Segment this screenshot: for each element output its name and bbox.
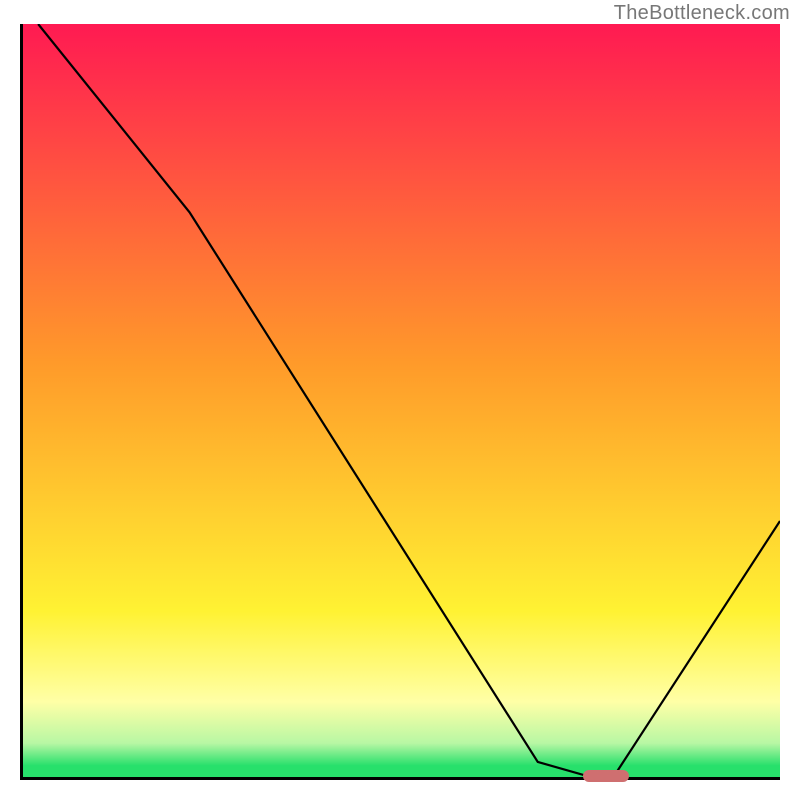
chart-plot-area (20, 24, 780, 780)
bottleneck-curve (23, 24, 780, 777)
curve-path (38, 24, 780, 777)
watermark-text: TheBottleneck.com (614, 2, 790, 25)
optimum-marker (583, 770, 628, 782)
